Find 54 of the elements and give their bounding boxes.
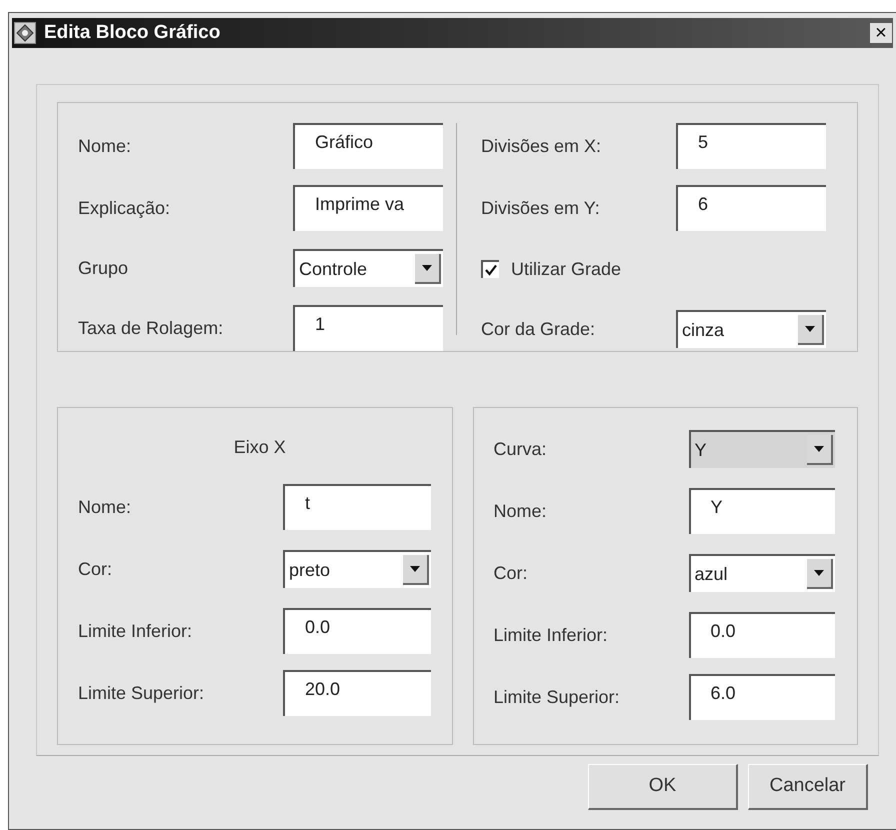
dropdown[interactable]: azul [688, 554, 834, 592]
field-label: Curva: [494, 438, 548, 460]
checkbox[interactable] [481, 260, 499, 278]
field-label: Grupo [78, 256, 130, 280]
input-field[interactable]: Y [688, 488, 834, 534]
check-icon [485, 264, 497, 276]
dropdown-arrow-button[interactable] [403, 555, 429, 585]
input-field[interactable]: 1 [293, 305, 443, 351]
dropdown-value: Y [694, 438, 707, 462]
dropdown[interactable]: Controle [293, 249, 443, 287]
field-label: Divisões em X: [481, 134, 602, 158]
field-label: Cor da Grade: [481, 318, 596, 340]
dropdown-value: azul [694, 562, 728, 586]
window-title: Edita Bloco Gráfico [44, 20, 220, 45]
caret-icon [814, 446, 824, 452]
dropdown-arrow-button[interactable] [798, 315, 824, 345]
checkbox-label: Utilizar Grade [511, 258, 622, 280]
dropdown[interactable]: cinza [676, 310, 826, 348]
field-label: Nome: [78, 134, 132, 158]
caret-icon [814, 570, 824, 576]
axis-title: Eixo X [234, 436, 286, 459]
input-field[interactable]: 6 [676, 185, 826, 231]
field-label: Nome: [78, 496, 132, 518]
field-label: Cor: [78, 558, 114, 580]
field-label: Limite Inferior: [78, 620, 194, 642]
dropdown-value: cinza [682, 318, 724, 342]
dropdown[interactable]: preto [283, 550, 431, 588]
field-label: Taxa de Rolagem: [78, 316, 224, 340]
field-label: Limite Superior: [78, 682, 206, 705]
field-label: Explicação: [78, 196, 172, 220]
input-field[interactable]: 20.0 [283, 670, 431, 716]
field-label: Nome: [494, 500, 548, 522]
field-label: Divisões em Y: [481, 196, 601, 220]
input-field[interactable]: 0.0 [283, 608, 431, 654]
field-label: Limite Superior: [494, 686, 621, 709]
input-field[interactable]: 5 [676, 123, 826, 169]
dialog-button[interactable]: OK [588, 764, 738, 810]
input-field[interactable]: Gráfico [293, 123, 443, 169]
input-field[interactable]: t [283, 484, 431, 530]
input-field[interactable]: Imprime va [293, 185, 443, 231]
field-label: Limite Inferior: [494, 624, 609, 646]
window-icon [14, 22, 36, 44]
input-field[interactable]: 6.0 [688, 674, 834, 720]
dropdown-arrow-button[interactable] [806, 559, 832, 589]
field-label: Cor: [494, 562, 529, 584]
input-field[interactable]: 0.0 [688, 612, 834, 658]
caret-icon [410, 566, 420, 572]
dropdown-value: preto [289, 558, 330, 582]
dropdown-arrow-button[interactable] [415, 254, 441, 284]
caret-icon [805, 326, 815, 332]
dropdown-value: Controle [299, 258, 368, 280]
dialog-button[interactable]: Cancelar [748, 764, 868, 810]
caret-icon [422, 265, 432, 271]
close-button[interactable]: × [869, 22, 893, 44]
